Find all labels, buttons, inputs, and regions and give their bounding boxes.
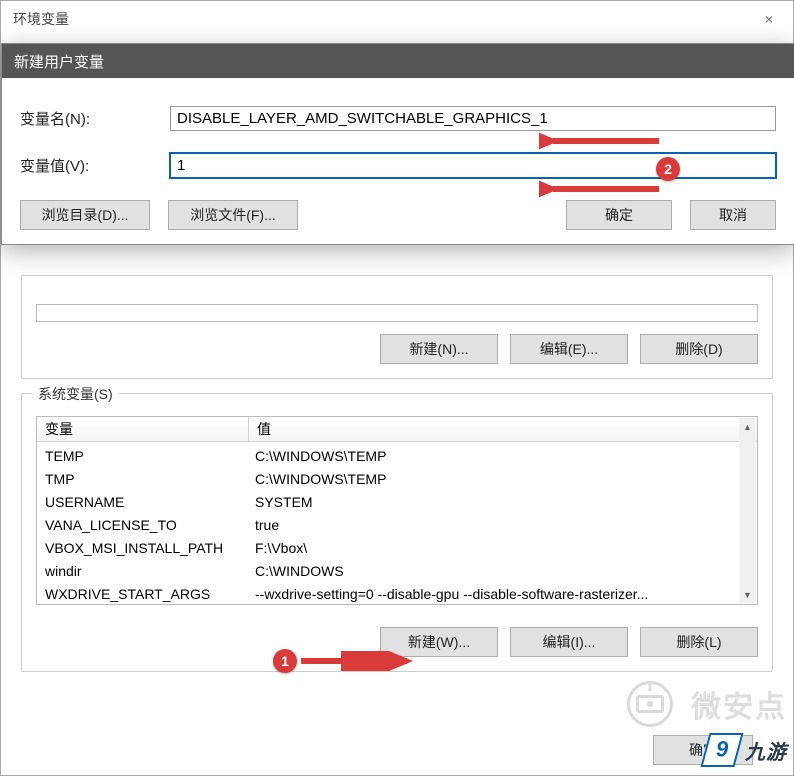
- col-header-var[interactable]: 变量: [37, 417, 249, 442]
- watermark-text-2: 九游: [745, 736, 787, 765]
- system-new-button[interactable]: 新建(W)...: [380, 627, 498, 657]
- var-name-label: 变量名(N):: [20, 108, 170, 129]
- system-edit-button[interactable]: 编辑(I)...: [510, 627, 628, 657]
- user-delete-button[interactable]: 删除(D): [640, 334, 758, 364]
- system-vars-group: 系统变量(S) 变量 值 TEMPC:\WINDOWS\TEMP TMPC:\W…: [21, 393, 773, 672]
- browse-file-button[interactable]: 浏览文件(F)...: [168, 200, 298, 230]
- table-header-row: 变量 值: [37, 417, 757, 442]
- var-value-input[interactable]: [170, 153, 776, 178]
- var-name-row: 变量名(N):: [20, 106, 776, 131]
- system-vars-label: 系统变量(S): [32, 384, 119, 404]
- watermark-2: 九游: [705, 733, 787, 767]
- new-user-var-dialog: 新建用户变量 变量名(N): 变量值(V): 浏览目录(D)... 浏览文件(F…: [1, 43, 794, 245]
- cancel-button[interactable]: 取消: [690, 200, 776, 230]
- env-vars-window: 环境变量 × 新建(N)... 编辑(E)... 删除(D) 系统变量(S) 变…: [0, 0, 794, 776]
- watermark-text-1: 微安点: [691, 682, 787, 726]
- system-vars-button-row: 新建(W)... 编辑(I)... 删除(L): [36, 627, 758, 657]
- watermark-logo-icon: [700, 733, 743, 767]
- table-row[interactable]: WXDRIVE_START_ARGS--wxdrive-setting=0 --…: [37, 582, 757, 604]
- table-row[interactable]: windirC:\WINDOWS: [37, 559, 757, 582]
- table-row[interactable]: VBOX_MSI_INSTALL_PATHF:\Vbox\: [37, 536, 757, 559]
- window-titlebar: 环境变量 ×: [1, 1, 793, 37]
- table-row[interactable]: VANA_LICENSE_TOtrue: [37, 513, 757, 536]
- scrollbar[interactable]: ▲ ▼: [739, 418, 756, 603]
- table-body[interactable]: TEMPC:\WINDOWS\TEMP TMPC:\WINDOWS\TEMP U…: [37, 442, 757, 604]
- window-title: 环境变量: [13, 9, 69, 29]
- user-vars-list-bottom: [36, 304, 758, 322]
- col-header-val[interactable]: 值: [249, 417, 757, 442]
- user-new-button[interactable]: 新建(N)...: [380, 334, 498, 364]
- table-row[interactable]: TMPC:\WINDOWS\TEMP: [37, 467, 757, 490]
- scroll-track[interactable]: [739, 435, 756, 586]
- system-vars-table[interactable]: 变量 值 TEMPC:\WINDOWS\TEMP TMPC:\WINDOWS\T…: [36, 416, 758, 605]
- scroll-down-arrow-icon[interactable]: ▼: [739, 586, 756, 603]
- annotation-badge-2: 2: [656, 157, 680, 181]
- table-row[interactable]: USERNAMESYSTEM: [37, 490, 757, 513]
- scroll-up-arrow-icon[interactable]: ▲: [739, 418, 756, 435]
- var-value-label: 变量值(V):: [20, 155, 170, 176]
- watermark-1: 微安点: [627, 681, 787, 727]
- table-row[interactable]: TEMPC:\WINDOWS\TEMP: [37, 444, 757, 467]
- system-delete-button[interactable]: 删除(L): [640, 627, 758, 657]
- annotation-badge-1: 1: [273, 649, 297, 673]
- dialog-title: 新建用户变量: [2, 44, 794, 78]
- user-vars-button-row: 新建(N)... 编辑(E)... 删除(D): [36, 334, 758, 364]
- browse-dir-button[interactable]: 浏览目录(D)...: [20, 200, 150, 230]
- var-name-input[interactable]: [170, 106, 776, 131]
- user-vars-group: 新建(N)... 编辑(E)... 删除(D): [21, 275, 773, 379]
- ok-button[interactable]: 确定: [566, 200, 672, 230]
- dialog-button-row: 浏览目录(D)... 浏览文件(F)... 确定 取消: [20, 200, 776, 230]
- close-icon[interactable]: ×: [757, 7, 781, 31]
- watermark-android-icon: [627, 681, 673, 727]
- user-edit-button[interactable]: 编辑(E)...: [510, 334, 628, 364]
